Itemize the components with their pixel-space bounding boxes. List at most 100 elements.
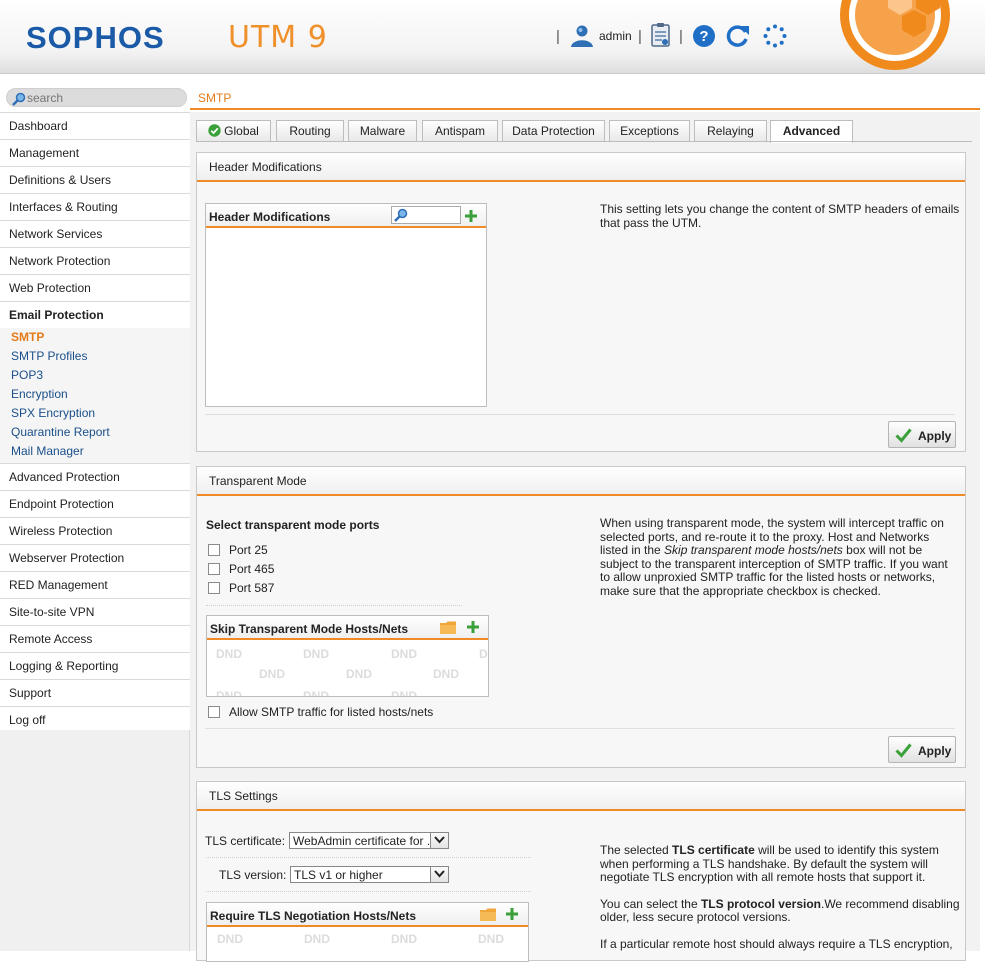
- sophos-logo: SOPHOS: [26, 20, 165, 55]
- drop-zone[interactable]: DND DND DND DND DND DND DND DND DND DND: [207, 642, 488, 696]
- panel-title: Header Modifications: [209, 160, 322, 174]
- top-header: SOPHOS UTM 9 | admin | | ?: [0, 0, 985, 74]
- nav-definitions-users[interactable]: Definitions & Users: [0, 166, 190, 193]
- nav-network-protection[interactable]: Network Protection: [0, 247, 190, 274]
- skip-transparent-hosts-list[interactable]: Skip Transparent Mode Hosts/Nets DND DND…: [206, 615, 489, 697]
- nav-management[interactable]: Management: [0, 139, 190, 166]
- apply-button-transparent[interactable]: Apply: [888, 736, 956, 763]
- port-587-label: Port 587: [229, 581, 275, 595]
- ports-label: Select transparent mode ports: [206, 518, 380, 532]
- page-title: SMTP: [198, 91, 232, 105]
- add-icon[interactable]: [465, 210, 477, 222]
- status-ok-icon: [208, 124, 221, 137]
- tls-certificate-select[interactable]: WebAdmin certificate for ...: [289, 832, 449, 849]
- dnd-hint: DND: [479, 647, 488, 661]
- tab-relaying[interactable]: Relaying: [694, 120, 767, 142]
- list-header: Require TLS Negotiation Hosts/Nets: [207, 903, 528, 927]
- port-465-checkbox[interactable]: [208, 563, 220, 575]
- page-header: SMTP: [190, 84, 980, 110]
- dnd-hint: DND: [304, 932, 330, 946]
- desc-strong: TLS certificate: [672, 843, 755, 857]
- drop-zone[interactable]: DND DND DND DND: [207, 929, 528, 961]
- nav-advanced-protection[interactable]: Advanced Protection: [0, 463, 190, 490]
- search-field[interactable]: [6, 88, 187, 107]
- main-navigation: Dashboard Management Definitions & Users…: [0, 112, 190, 733]
- port-25-checkbox[interactable]: [208, 544, 220, 556]
- tab-divider: [196, 141, 972, 142]
- subnav-mail-manager[interactable]: Mail Manager: [0, 442, 190, 461]
- check-icon: [895, 428, 912, 443]
- tab-advanced[interactable]: Advanced: [770, 120, 853, 143]
- nav-interfaces-routing[interactable]: Interfaces & Routing: [0, 193, 190, 220]
- tls-version-label: TLS version:: [219, 868, 287, 882]
- subnav-pop3[interactable]: POP3: [0, 366, 190, 385]
- list-filter-input[interactable]: [410, 208, 458, 222]
- user-icon[interactable]: [569, 24, 595, 48]
- chevron-down-icon: [434, 870, 445, 878]
- nav-wireless-protection[interactable]: Wireless Protection: [0, 517, 190, 544]
- require-tls-hosts-list[interactable]: Require TLS Negotiation Hosts/Nets DND D…: [206, 902, 529, 962]
- help-icon[interactable]: ?: [692, 24, 716, 48]
- nav-site-to-site-vpn[interactable]: Site-to-site VPN: [0, 598, 190, 625]
- dnd-hint: DND: [391, 932, 417, 946]
- dnd-hint: DND: [217, 932, 243, 946]
- subnav-spx-encryption[interactable]: SPX Encryption: [0, 404, 190, 423]
- nav-web-protection[interactable]: Web Protection: [0, 274, 190, 301]
- reload-icon[interactable]: [725, 23, 751, 49]
- nav-webserver-protection[interactable]: Webserver Protection: [0, 544, 190, 571]
- tls-desc-paragraph: If a particular remote host should alway…: [600, 936, 953, 951]
- transparent-mode-panel: Transparent Mode Select transparent mode…: [196, 466, 966, 768]
- dnd-hint: DND: [303, 689, 329, 696]
- list-filter-field[interactable]: [391, 206, 461, 224]
- allow-smtp-checkbox[interactable]: [208, 706, 220, 718]
- panel-header: Transparent Mode: [197, 467, 965, 496]
- activity-spinner-icon: [763, 24, 787, 48]
- tab-antispam[interactable]: Antispam: [422, 120, 498, 142]
- tab-exceptions[interactable]: Exceptions: [609, 120, 690, 142]
- nav-endpoint-protection[interactable]: Endpoint Protection: [0, 490, 190, 517]
- nav-email-protection[interactable]: Email Protection: [0, 301, 190, 328]
- tls-version-select[interactable]: TLS v1 or higher: [290, 866, 449, 883]
- nav-red-management[interactable]: RED Management: [0, 571, 190, 598]
- subnav-encryption[interactable]: Encryption: [0, 385, 190, 404]
- desc-strong: TLS protocol version: [700, 896, 821, 911]
- tab-data-protection[interactable]: Data Protection: [502, 120, 605, 142]
- sophos-mark-icon: [840, 0, 950, 70]
- add-icon[interactable]: [467, 621, 479, 633]
- nav-support[interactable]: Support: [0, 679, 190, 706]
- subnav-smtp-profiles[interactable]: SMTP Profiles: [0, 347, 190, 366]
- user-name[interactable]: admin: [599, 29, 632, 43]
- add-icon[interactable]: [506, 908, 518, 920]
- panel-title: TLS Settings: [209, 789, 278, 803]
- panel-header: Header Modifications: [197, 153, 965, 182]
- dnd-hint: DND: [433, 667, 459, 681]
- header-separator: |: [679, 28, 683, 45]
- nav-dashboard[interactable]: Dashboard: [0, 112, 190, 139]
- tls-description: The selected TLS certificate will be use…: [600, 843, 960, 952]
- dropdown-arrow[interactable]: [430, 833, 448, 848]
- folder-icon[interactable]: [480, 908, 496, 921]
- search-input[interactable]: [27, 90, 182, 105]
- dnd-hint: DND: [259, 667, 285, 681]
- port-587-checkbox[interactable]: [208, 582, 220, 594]
- tls-settings-panel: TLS Settings TLS certificate: WebAdmin c…: [196, 781, 966, 962]
- tls-desc-paragraph: You can select the TLS protocol version.…: [600, 896, 960, 925]
- tab-global[interactable]: Global: [196, 120, 271, 142]
- product-name: UTM 9: [228, 20, 328, 55]
- nav-log-off[interactable]: Log off: [0, 706, 190, 733]
- nav-remote-access[interactable]: Remote Access: [0, 625, 190, 652]
- tab-malware[interactable]: Malware: [348, 120, 417, 142]
- subnav-quarantine-report[interactable]: Quarantine Report: [0, 423, 190, 442]
- subnav-smtp[interactable]: SMTP: [0, 328, 190, 347]
- clipboard-icon[interactable]: [650, 22, 672, 48]
- nav-network-services[interactable]: Network Services: [0, 220, 190, 247]
- nav-logging-reporting[interactable]: Logging & Reporting: [0, 652, 190, 679]
- tls-certificate-label: TLS certificate:: [205, 834, 286, 848]
- dropdown-arrow[interactable]: [430, 867, 448, 882]
- tab-routing[interactable]: Routing: [276, 120, 344, 142]
- header-modifications-list: Header Modifications: [205, 203, 487, 407]
- list-title: Skip Transparent Mode Hosts/Nets: [210, 622, 409, 636]
- tls-certificate-value: WebAdmin certificate for ...: [293, 834, 429, 848]
- folder-icon[interactable]: [440, 621, 456, 634]
- apply-button-header-mod[interactable]: Apply: [888, 421, 956, 448]
